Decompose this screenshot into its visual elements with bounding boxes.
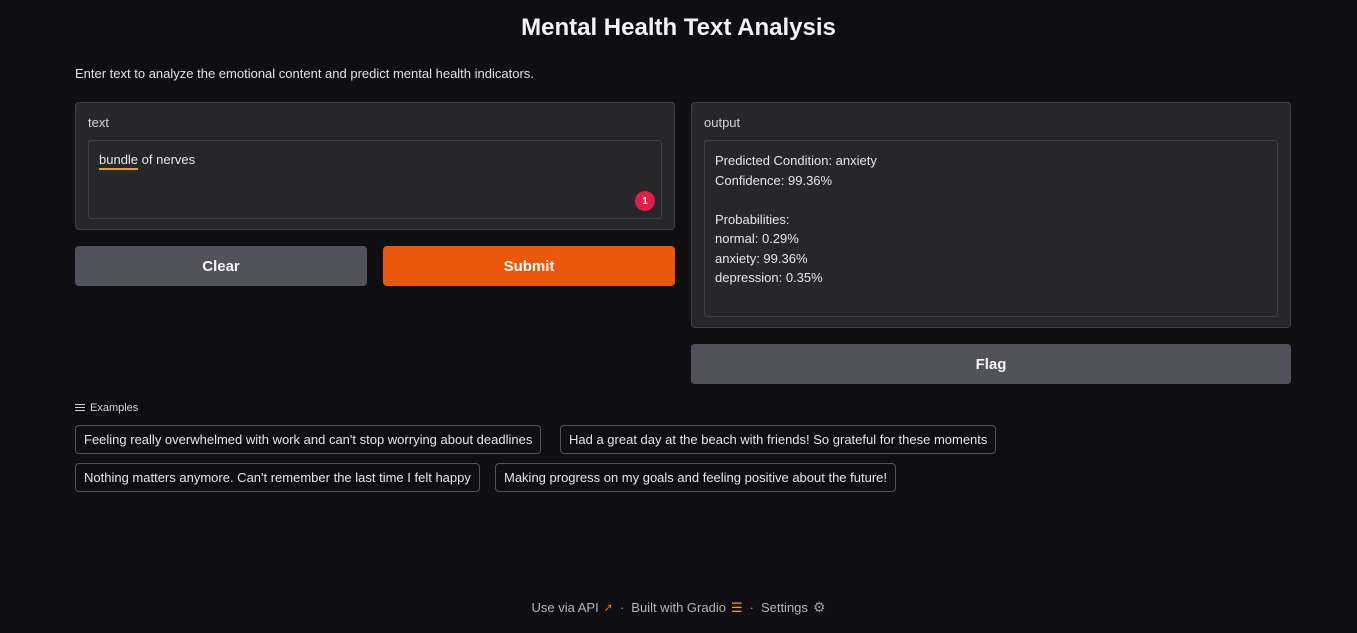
output-line: Confidence: 99.36%	[715, 172, 833, 188]
gradio-logo-icon: ☰	[730, 599, 743, 615]
output-text-field[interactable]: Predicted Condition: anxiety Confidence:…	[704, 140, 1278, 317]
page-description: Enter text to analyze the emotional cont…	[75, 66, 534, 81]
built-with-gradio-label: Built with Gradio	[631, 600, 726, 615]
clear-button[interactable]: Clear	[75, 246, 367, 286]
text-input-label: text	[88, 115, 109, 130]
output-line: normal: 0.29%	[715, 231, 799, 246]
use-via-api-label: Use via API	[531, 600, 599, 615]
output-label: output	[704, 115, 741, 130]
output-line: depression: 0.35%	[715, 270, 823, 285]
output-line: Predicted Condition: anxiety	[715, 153, 877, 168]
grammar-issue-badge[interactable]: 1	[635, 191, 655, 211]
footer: Use via API ➚ · Built with Gradio ☰ · Se…	[0, 599, 1357, 616]
text-input-value: of nerves	[138, 152, 196, 167]
example-item[interactable]: Nothing matters anymore. Can't remember …	[75, 463, 480, 492]
gear-icon: ⚙	[812, 599, 826, 615]
examples-header: Examples	[75, 402, 138, 414]
text-input-field[interactable]: bundle of nerves 1	[88, 140, 662, 219]
output-panel: output Predicted Condition: anxiety Conf…	[691, 102, 1291, 328]
text-input-panel: text bundle of nerves 1	[75, 102, 675, 230]
submit-button[interactable]: Submit	[383, 246, 675, 286]
misspelled-word[interactable]: bundle	[99, 152, 139, 170]
page-title: Mental Health Text Analysis	[521, 14, 836, 41]
use-via-api-link[interactable]: Use via API ➚	[532, 600, 613, 615]
settings-link[interactable]: Settings ⚙	[761, 599, 826, 616]
footer-separator: ·	[619, 600, 625, 615]
settings-label: Settings	[760, 600, 808, 615]
example-item[interactable]: Feeling really overwhelmed with work and…	[75, 425, 542, 454]
output-line: Probabilities:	[715, 211, 790, 227]
flag-button[interactable]: Flag	[691, 344, 1291, 384]
built-with-gradio-link[interactable]: Built with Gradio ☰	[631, 600, 742, 616]
examples-label: Examples	[90, 402, 139, 414]
footer-separator: ·	[749, 600, 754, 615]
rocket-icon: ➚	[603, 602, 613, 614]
list-icon	[75, 404, 85, 412]
example-item[interactable]: Had a great day at the beach with friend…	[560, 425, 997, 454]
output-line: anxiety: 99.36%	[715, 250, 808, 266]
example-item[interactable]: Making progress on my goals and feeling …	[495, 463, 897, 492]
